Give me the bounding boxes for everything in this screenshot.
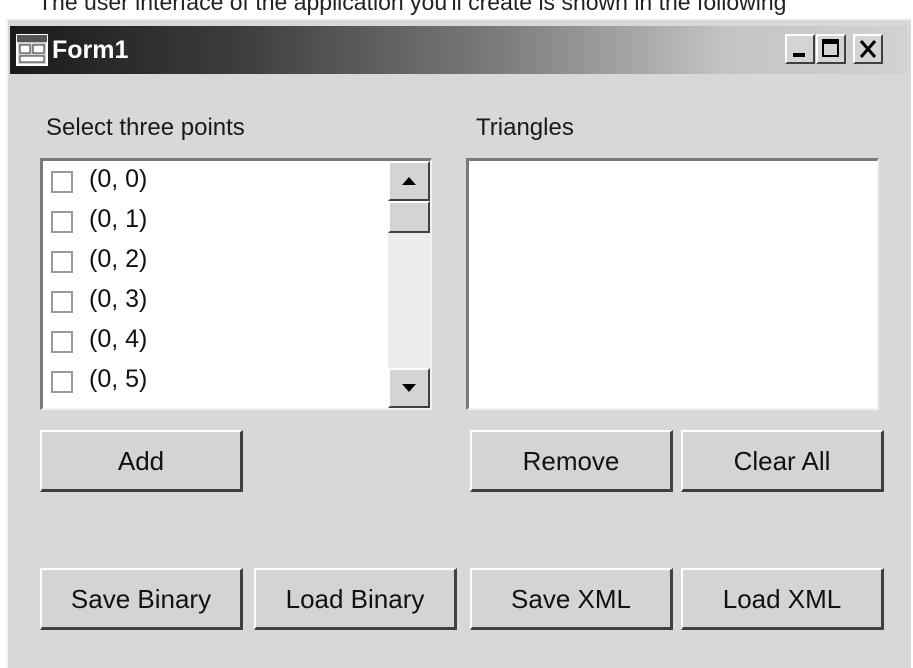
point-checkbox[interactable] xyxy=(51,211,73,233)
points-checklist[interactable]: (0, 0) (0, 1) (0, 2) (0, 3) (0, 4) (0, 5… xyxy=(40,158,432,410)
maximize-button[interactable] xyxy=(816,34,846,64)
point-label: (0, 5) xyxy=(89,365,148,393)
minimize-button[interactable] xyxy=(785,34,815,64)
point-label: (0, 2) xyxy=(89,245,148,273)
save-xml-button[interactable]: Save XML xyxy=(470,568,673,630)
close-icon xyxy=(859,40,877,58)
arrow-up-icon xyxy=(402,177,416,185)
minimize-icon xyxy=(793,53,805,57)
arrow-down-icon xyxy=(402,384,416,392)
add-button[interactable]: Add xyxy=(40,430,243,492)
title-bar[interactable]: Form1 xyxy=(10,26,907,74)
clear-all-button[interactable]: Clear All xyxy=(681,430,884,492)
scroll-down-button[interactable] xyxy=(388,368,430,408)
point-label: (0, 4) xyxy=(89,325,148,353)
point-checkbox[interactable] xyxy=(51,371,73,393)
scroll-thumb[interactable] xyxy=(388,201,430,233)
load-binary-button[interactable]: Load Binary xyxy=(254,568,457,630)
window-title: Form1 xyxy=(52,36,129,64)
triangles-label: Triangles xyxy=(476,114,574,141)
point-checkbox[interactable] xyxy=(51,251,73,273)
maximize-icon xyxy=(822,39,839,57)
close-button[interactable] xyxy=(853,34,883,64)
remove-button[interactable]: Remove xyxy=(470,430,673,492)
app-icon xyxy=(16,34,48,66)
form-window: Form1 Select three points Triangles (0, … xyxy=(6,18,911,668)
point-checkbox[interactable] xyxy=(51,331,73,353)
point-checkbox[interactable] xyxy=(51,171,73,193)
point-label: (0, 1) xyxy=(89,205,148,233)
scroll-up-button[interactable] xyxy=(388,161,430,201)
save-binary-button[interactable]: Save Binary xyxy=(40,568,243,630)
point-label: (0, 0) xyxy=(89,165,148,193)
points-label: Select three points xyxy=(46,114,245,141)
point-label: (0, 3) xyxy=(89,285,148,313)
vertical-scrollbar[interactable] xyxy=(388,161,430,408)
load-xml-button[interactable]: Load XML xyxy=(681,568,884,630)
triangles-listbox[interactable] xyxy=(466,158,879,410)
caption-text: The user interface of the application yo… xyxy=(38,0,787,15)
point-checkbox[interactable] xyxy=(51,291,73,313)
